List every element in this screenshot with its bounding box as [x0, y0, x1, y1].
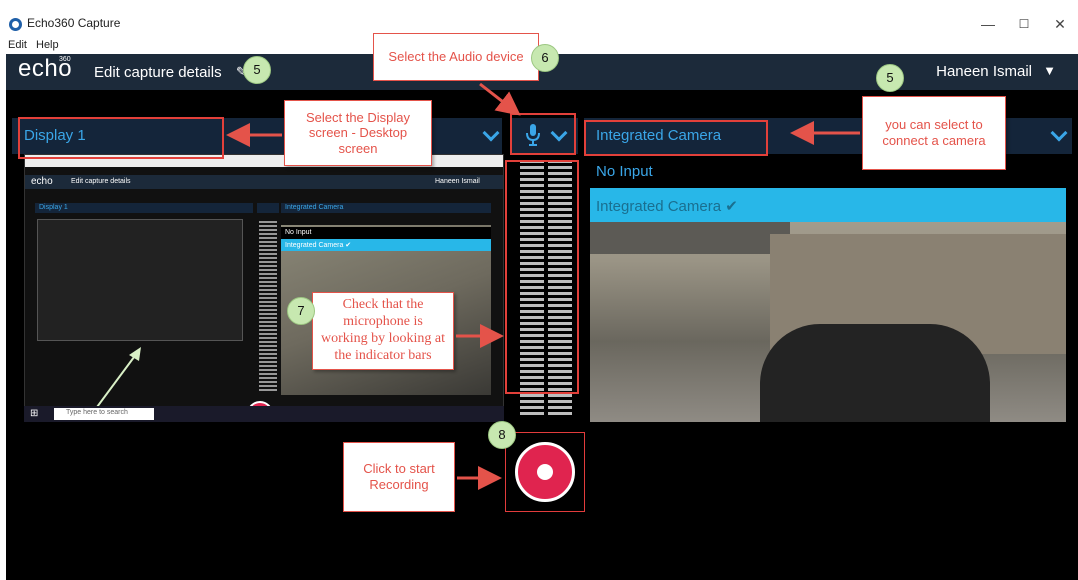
arrow-to-audio [479, 82, 521, 116]
annotation-arrows [226, 82, 860, 490]
